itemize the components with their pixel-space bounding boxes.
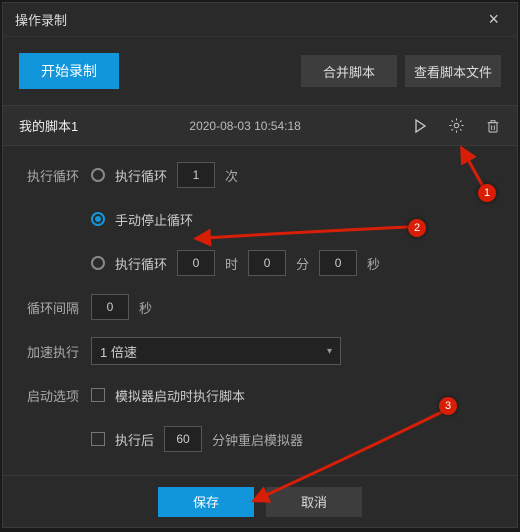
gear-icon[interactable]	[448, 117, 465, 134]
chk-run-on-emulator-start[interactable]	[91, 388, 105, 402]
speed-selected: 1 倍速	[100, 342, 137, 361]
loop-duration-label: 执行循环	[115, 254, 167, 273]
loop-count-suffix: 次	[225, 166, 238, 185]
loop-s-suffix: 秒	[367, 254, 380, 273]
loop-h-input[interactable]	[177, 250, 215, 276]
loop-group-label: 执行循环	[27, 166, 91, 185]
window-title: 操作录制	[15, 10, 482, 29]
loop-manual-label: 手动停止循环	[115, 210, 193, 229]
start-record-button[interactable]: 开始录制	[19, 53, 119, 89]
loop-m-suffix: 分	[296, 254, 309, 273]
radio-loop-manual[interactable]	[91, 212, 105, 226]
loop-h-suffix: 时	[225, 254, 238, 273]
run-on-emulator-start-label: 模拟器启动时执行脚本	[115, 386, 245, 405]
interval-suffix: 秒	[139, 298, 152, 317]
view-script-file-button[interactable]: 查看脚本文件	[405, 55, 501, 87]
loop-m-input[interactable]	[248, 250, 286, 276]
radio-loop-count[interactable]	[91, 168, 105, 182]
script-timestamp: 2020-08-03 10:54:18	[78, 119, 412, 133]
chevron-down-icon: ▾	[327, 346, 332, 357]
radio-loop-duration[interactable]	[91, 256, 105, 270]
close-icon[interactable]: ×	[482, 7, 505, 32]
startup-label: 启动选项	[27, 386, 91, 405]
save-button[interactable]: 保存	[158, 487, 254, 517]
restart-after-post: 分钟重启模拟器	[212, 430, 303, 449]
chk-restart-after[interactable]	[91, 432, 105, 446]
trash-icon[interactable]	[485, 118, 501, 134]
cancel-button[interactable]: 取消	[266, 487, 362, 517]
interval-input[interactable]	[91, 294, 129, 320]
merge-script-button[interactable]: 合并脚本	[301, 55, 397, 87]
restart-after-pre: 执行后	[115, 430, 154, 449]
interval-label: 循环间隔	[27, 298, 91, 317]
loop-count-input[interactable]	[177, 162, 215, 188]
play-icon[interactable]	[412, 118, 428, 134]
loop-count-label: 执行循环	[115, 166, 167, 185]
restart-after-input[interactable]	[164, 426, 202, 452]
loop-s-input[interactable]	[319, 250, 357, 276]
speed-label: 加速执行	[27, 342, 91, 361]
script-name: 我的脚本1	[19, 116, 78, 135]
speed-select[interactable]: 1 倍速 ▾	[91, 337, 341, 365]
